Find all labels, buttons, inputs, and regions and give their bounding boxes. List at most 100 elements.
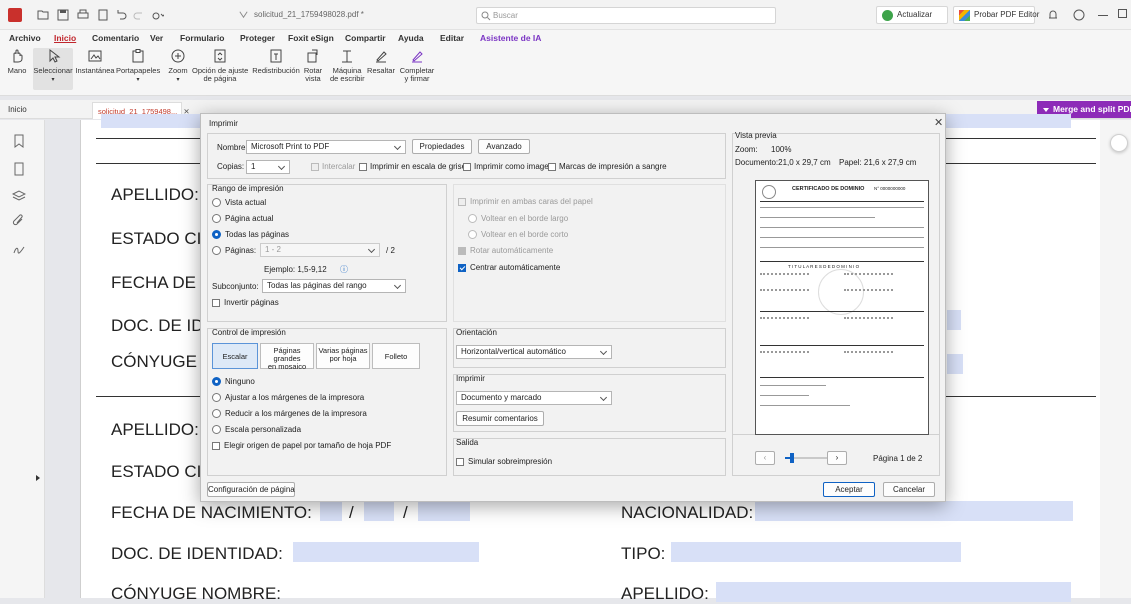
scale-custom-radio[interactable]: [212, 425, 221, 434]
collate-checkbox[interactable]: [311, 163, 319, 171]
menu-proteger[interactable]: Proteger: [240, 33, 275, 43]
info-icon[interactable]: ⓘ: [340, 264, 348, 275]
print-as-image-checkbox[interactable]: [463, 163, 471, 171]
range-current-page-radio[interactable]: [212, 214, 221, 223]
search-input[interactable]: Buscar: [476, 7, 776, 24]
help-icon[interactable]: [1072, 8, 1086, 22]
new-doc-icon[interactable]: [96, 8, 110, 22]
rotate-view-button[interactable]: Rotar vista: [302, 48, 324, 83]
auto-center-checkbox[interactable]: [458, 264, 466, 272]
zoom-button[interactable]: Zoom ▾: [166, 48, 190, 84]
attachment-icon[interactable]: [12, 214, 26, 228]
scale-fit-radio[interactable]: [212, 393, 221, 402]
page-setup-button[interactable]: Configuración de página: [207, 482, 295, 497]
minimize-icon[interactable]: [1098, 15, 1108, 16]
hand-tool-button[interactable]: Mano: [3, 48, 31, 75]
bleed-marks-checkbox[interactable]: [548, 163, 556, 171]
try-pdf-editor-button[interactable]: Probar PDF Editor: [953, 6, 1039, 24]
grayscale-checkbox[interactable]: [359, 163, 367, 171]
reverse-pages-checkbox[interactable]: [212, 299, 220, 307]
doc-identidad-field[interactable]: [293, 542, 479, 562]
bookmark-icon[interactable]: [12, 134, 26, 148]
multi-page-mode-button[interactable]: Varias páginas por hoja: [316, 343, 370, 369]
undo-icon[interactable]: [114, 8, 128, 22]
range-current-view-radio[interactable]: [212, 198, 221, 207]
control-title: Control de impresión: [212, 328, 286, 337]
accept-button[interactable]: Aceptar: [823, 482, 875, 497]
menu-asistente-ia[interactable]: Asistente de IA: [480, 33, 541, 43]
auto-rotate-checkbox[interactable]: [458, 247, 466, 255]
close-icon[interactable]: ✕: [934, 116, 943, 129]
tipo-field[interactable]: [671, 542, 961, 562]
save-icon[interactable]: [56, 8, 70, 22]
typewriter-button[interactable]: Máquina de escribir: [330, 48, 365, 83]
year-field[interactable]: [418, 501, 470, 521]
scale-reduce-radio[interactable]: [212, 409, 221, 418]
open-icon[interactable]: [36, 8, 50, 22]
fit-page-button[interactable]: Opción de ajuste de página: [192, 48, 248, 83]
tool-label: Redistribución: [252, 66, 300, 75]
range-pages-radio[interactable]: [212, 246, 221, 255]
trial-label: Probar PDF Editor: [974, 10, 1040, 19]
next-page-button[interactable]: ›: [827, 451, 847, 465]
menu-ver[interactable]: Ver: [150, 33, 163, 43]
page-slider-thumb[interactable]: [790, 453, 794, 463]
orientation-select[interactable]: Horizontal/vertical automático: [456, 345, 612, 359]
bell-icon[interactable]: [1046, 8, 1060, 22]
select-tool-button[interactable]: Seleccionar ▾: [33, 48, 73, 90]
booklet-mode-button[interactable]: Folleto: [372, 343, 420, 369]
menu-ayuda[interactable]: Ayuda: [398, 33, 424, 43]
snapshot-button[interactable]: Instantánea: [75, 48, 115, 75]
print-icon[interactable]: [76, 8, 90, 22]
apellido-conyuge-field[interactable]: [716, 582, 1071, 602]
duplex-checkbox[interactable]: [458, 198, 466, 206]
range-all-pages-radio[interactable]: [212, 230, 221, 239]
menu-inicio[interactable]: Inicio: [54, 33, 76, 43]
flip-short-radio[interactable]: [468, 230, 477, 239]
properties-button[interactable]: Propiedades: [412, 139, 472, 154]
copies-stepper[interactable]: 1: [246, 160, 290, 174]
overprint-checkbox[interactable]: [456, 458, 464, 466]
tile-mode-button[interactable]: Páginas grandes en mosaico: [260, 343, 314, 371]
update-button[interactable]: Actualizar: [876, 6, 948, 24]
scale-none-radio[interactable]: [212, 377, 221, 386]
ai-assistant-icon[interactable]: [1110, 134, 1128, 152]
menu-archivo[interactable]: Archivo: [9, 33, 41, 43]
clipboard-button[interactable]: Portapapeles ▾: [116, 48, 160, 84]
print-content-select[interactable]: Documento y marcado: [456, 391, 612, 405]
menu-foxit-esign[interactable]: Foxit eSign: [288, 33, 334, 43]
subset-select[interactable]: Todas las páginas del rango: [262, 279, 406, 293]
fill-sign-button[interactable]: Completar y firmar: [398, 48, 436, 83]
nacionalidad-field[interactable]: [755, 501, 1073, 521]
menu-formulario[interactable]: Formulario: [180, 33, 224, 43]
flip-long-radio[interactable]: [468, 214, 477, 223]
tool-label-2: y firmar: [404, 74, 430, 83]
form-field[interactable]: [947, 354, 963, 374]
restore-icon[interactable]: [1118, 9, 1127, 18]
advanced-button[interactable]: Avanzado: [478, 139, 530, 154]
reflow-button[interactable]: Redistribución: [250, 48, 302, 75]
menu-compartir[interactable]: Compartir: [345, 33, 386, 43]
menu-comentario[interactable]: Comentario: [92, 33, 139, 43]
pages-icon[interactable]: [12, 162, 26, 176]
prev-page-button[interactable]: ‹: [755, 451, 775, 465]
signature-panel-icon[interactable]: [12, 242, 26, 256]
menu-editar[interactable]: Editar: [440, 33, 464, 43]
summarize-comments-button[interactable]: Resumir comentarios: [456, 411, 544, 426]
quick-access-menu-icon[interactable]: [150, 8, 164, 22]
layers-icon[interactable]: [12, 188, 26, 202]
expand-panel-icon[interactable]: [36, 475, 43, 481]
pages-input[interactable]: 1 - 2: [260, 243, 380, 257]
paper-source-checkbox[interactable]: [212, 442, 220, 450]
printer-select[interactable]: Microsoft Print to PDF: [246, 140, 406, 154]
day-field[interactable]: [320, 501, 342, 521]
tab-home[interactable]: Inicio: [8, 105, 27, 114]
redo-icon[interactable]: [132, 8, 146, 22]
highlight-button[interactable]: Resaltar: [366, 48, 396, 75]
overprint-label: Simular sobreimpresión: [468, 457, 553, 466]
month-field[interactable]: [364, 501, 394, 521]
form-field[interactable]: [947, 310, 961, 330]
scale-mode-button[interactable]: Escalar: [212, 343, 258, 369]
cancel-button[interactable]: Cancelar: [883, 482, 935, 497]
tool-label-2: de página: [203, 74, 237, 83]
